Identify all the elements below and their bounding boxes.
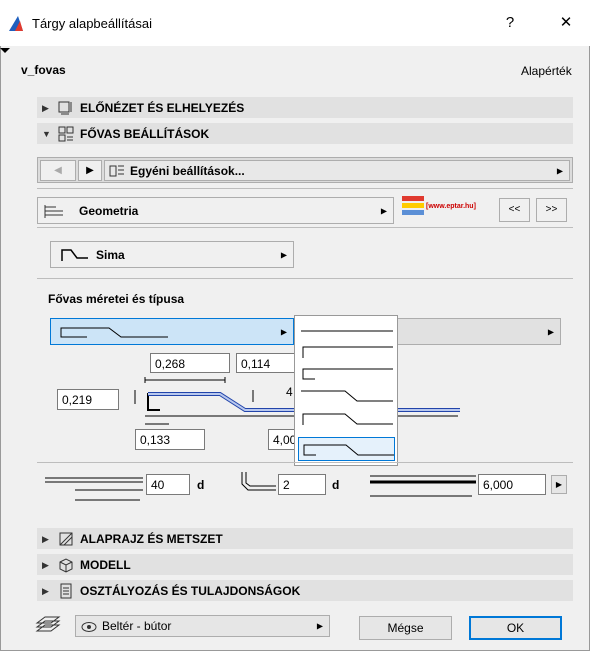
bend-diagram-icon [241, 472, 276, 491]
overlap-diagram-icon [45, 477, 143, 501]
geometry-dropdown[interactable]: Geometria ▶ [37, 197, 394, 224]
chevron-right-icon: ▶ [547, 327, 554, 336]
top-left-length-field[interactable]: 0,268 [150, 353, 230, 373]
chevron-right-icon: ▶ [556, 166, 563, 175]
floorplan-section-icon [59, 532, 73, 546]
overlap-field[interactable]: 40 [146, 474, 190, 495]
hooked-bar-icon [60, 327, 168, 338]
layer-stack-icon [35, 616, 61, 632]
shape-label: Sima [96, 248, 125, 262]
secondary-dropdown[interactable]: ▶ [394, 318, 561, 345]
object-name: v_fovas [21, 63, 66, 77]
length-field[interactable]: 6,000 [478, 474, 546, 495]
section-floorplan[interactable]: ▶ ALAPRAJZ ÉS METSZET [37, 528, 573, 549]
geometry-icon [44, 205, 63, 218]
hook-up-bar-option-icon[interactable] [301, 344, 393, 360]
section-label: FŐVAS BEÁLLÍTÁSOK [80, 127, 210, 141]
archicad-app-icon [9, 16, 23, 31]
logo-bar [402, 210, 424, 215]
dimensions-heading: Fővas méretei és típusa [48, 292, 185, 306]
fovas-type-popup [294, 315, 398, 466]
section-label: OSZTÁLYOZÁS ÉS TULAJDONSÁGOK [80, 584, 301, 598]
bar-shape-icon [61, 249, 88, 261]
top-right-length-field[interactable]: 0,114 [236, 353, 296, 373]
cranked-bar-option-icon[interactable] [301, 388, 393, 404]
collapse-marker-icon [0, 48, 10, 53]
chevron-right-icon: ▶ [280, 327, 287, 336]
divider [37, 188, 573, 189]
fovas-type-dropdown[interactable]: ▶ [50, 318, 294, 345]
section-label: ELŐNÉZET ÉS ELHELYEZÉS [80, 101, 245, 115]
logo-bar [402, 203, 424, 208]
chevron-right-icon: ▶ [380, 206, 387, 215]
divider [37, 278, 573, 279]
custom-settings-icon [109, 165, 124, 177]
expand-triangle-icon: ▶ [42, 103, 49, 113]
window-title: Tárgy alapbeállításai [32, 16, 152, 31]
expand-triangle-icon: ▶ [42, 560, 49, 570]
logo-bar [402, 196, 424, 201]
straight-bar-option-icon[interactable] [301, 324, 393, 338]
next-page-button[interactable]: >> [536, 198, 567, 222]
overlap-unit: d [197, 478, 205, 492]
default-label: Alapérték [521, 64, 572, 78]
section-model[interactable]: ▶ MODELL [37, 554, 573, 575]
custom-settings-label: Egyéni beállítások... [130, 164, 245, 178]
chevron-right-icon: ▶ [280, 250, 287, 259]
section-fovas-settings[interactable]: ▼ FŐVAS BEÁLLÍTÁSOK [37, 123, 573, 144]
eptar-logo[interactable]: [www.eptar.hu] [401, 194, 496, 224]
ok-button[interactable]: OK [469, 616, 562, 640]
chevron-right-icon: ▶ [316, 621, 323, 631]
length-spin-button[interactable]: ▶ [551, 475, 567, 494]
section-preview[interactable]: ▶ ELŐNÉZET ÉS ELHELYEZÉS [37, 97, 573, 118]
cancel-button[interactable]: Mégse [359, 616, 452, 640]
hook-cranked-bar-option-icon[interactable] [301, 411, 393, 427]
section-label: ALAPRAJZ ÉS METSZET [80, 532, 223, 546]
divider [37, 462, 573, 463]
bend-unit: d [332, 478, 340, 492]
left-height-field[interactable]: 0,219 [57, 389, 119, 410]
geometry-label: Geometria [79, 204, 139, 218]
help-button[interactable]: ? [490, 10, 530, 36]
length-diagram-icon [370, 475, 476, 497]
u-hook-bar-option-icon[interactable] [301, 366, 393, 382]
properties-document-icon [60, 583, 72, 599]
nav-next-button[interactable]: ▶ [78, 160, 102, 181]
u-hook-cranked-bar-option-icon [303, 444, 394, 456]
nav-prev-button[interactable]: ◀ [40, 160, 76, 181]
shape-dropdown[interactable]: Sima ▶ [50, 241, 294, 268]
eye-visibility-icon [81, 622, 97, 632]
preview-icon [58, 101, 72, 115]
prev-page-button[interactable]: << [499, 198, 530, 222]
title-bar: Tárgy alapbeállításai ? ✕ [0, 0, 590, 46]
close-button[interactable]: ✕ [546, 10, 586, 36]
logo-text: [www.eptar.hu] [426, 203, 476, 210]
model-cube-icon [59, 558, 73, 573]
expand-triangle-icon: ▶ [42, 586, 49, 596]
bend-field[interactable]: 2 [278, 474, 326, 495]
selected-option[interactable] [298, 437, 395, 461]
divider [37, 227, 573, 228]
settings-grid-icon [58, 126, 74, 142]
expand-triangle-icon: ▶ [42, 534, 49, 544]
collapse-triangle-icon: ▼ [42, 129, 51, 139]
bottom-left-length-field[interactable]: 0,133 [135, 429, 205, 450]
layer-dropdown[interactable]: Beltér - bútor ▶ [75, 615, 330, 637]
section-label: MODELL [80, 558, 131, 572]
custom-settings-dropdown[interactable]: Egyéni beállítások... ▶ [104, 160, 570, 181]
layer-label: Beltér - bútor [102, 619, 172, 633]
section-classification[interactable]: ▶ OSZTÁLYOZÁS ÉS TULAJDONSÁGOK [37, 580, 573, 601]
